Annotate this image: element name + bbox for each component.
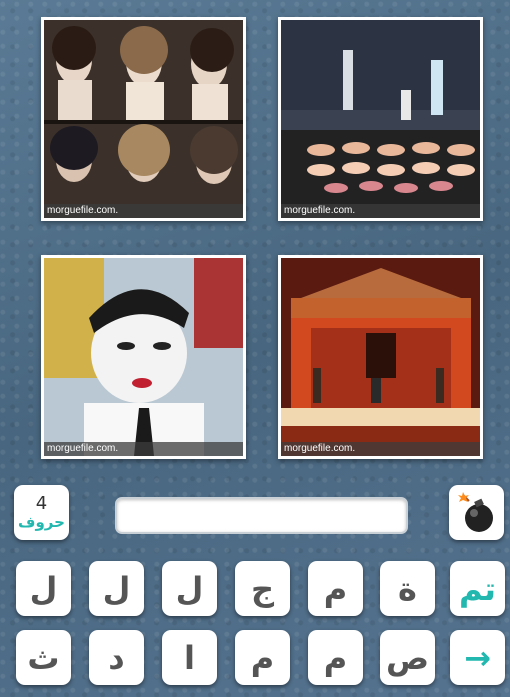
image-tile-mannequins: morguefile.com. bbox=[41, 17, 246, 221]
letter-key[interactable]: ل bbox=[89, 561, 144, 616]
image-credit: morguefile.com. bbox=[44, 442, 243, 456]
bomb-button[interactable] bbox=[449, 485, 504, 540]
letter-key[interactable]: ا bbox=[162, 630, 217, 685]
letter-key[interactable]: ث bbox=[16, 630, 71, 685]
done-button[interactable]: تم bbox=[450, 561, 505, 616]
letter-key[interactable]: م bbox=[308, 630, 363, 685]
image-credit: morguefile.com. bbox=[44, 204, 243, 218]
image-credit: morguefile.com. bbox=[281, 204, 480, 218]
letter-count-label: حروف bbox=[18, 512, 65, 531]
mannequins-photo: morguefile.com. bbox=[44, 20, 243, 218]
next-arrow-button[interactable]: → bbox=[450, 630, 505, 685]
bomb-icon bbox=[457, 491, 493, 532]
letter-key[interactable]: م bbox=[235, 630, 290, 685]
letter-count-number: 4 bbox=[35, 492, 48, 514]
image-credit: morguefile.com. bbox=[281, 442, 480, 456]
image-tile-theater: morguefile.com. bbox=[278, 255, 483, 459]
image-tile-mime: morguefile.com. bbox=[41, 255, 246, 459]
letter-key[interactable]: ص bbox=[380, 630, 435, 685]
letter-key[interactable]: د bbox=[89, 630, 144, 685]
letter-key[interactable]: ة bbox=[380, 561, 435, 616]
theater-photo: morguefile.com. bbox=[281, 258, 480, 456]
letter-key[interactable]: ج bbox=[235, 561, 290, 616]
letter-count-hint: 4 حروف bbox=[14, 485, 69, 540]
makeup-photo: morguefile.com. bbox=[281, 20, 480, 218]
letter-key[interactable]: ل bbox=[16, 561, 71, 616]
answer-field[interactable] bbox=[115, 497, 408, 534]
letter-key[interactable]: م bbox=[308, 561, 363, 616]
mime-photo: morguefile.com. bbox=[44, 258, 243, 456]
letter-key[interactable]: ل bbox=[162, 561, 217, 616]
image-tile-makeup: morguefile.com. bbox=[278, 17, 483, 221]
